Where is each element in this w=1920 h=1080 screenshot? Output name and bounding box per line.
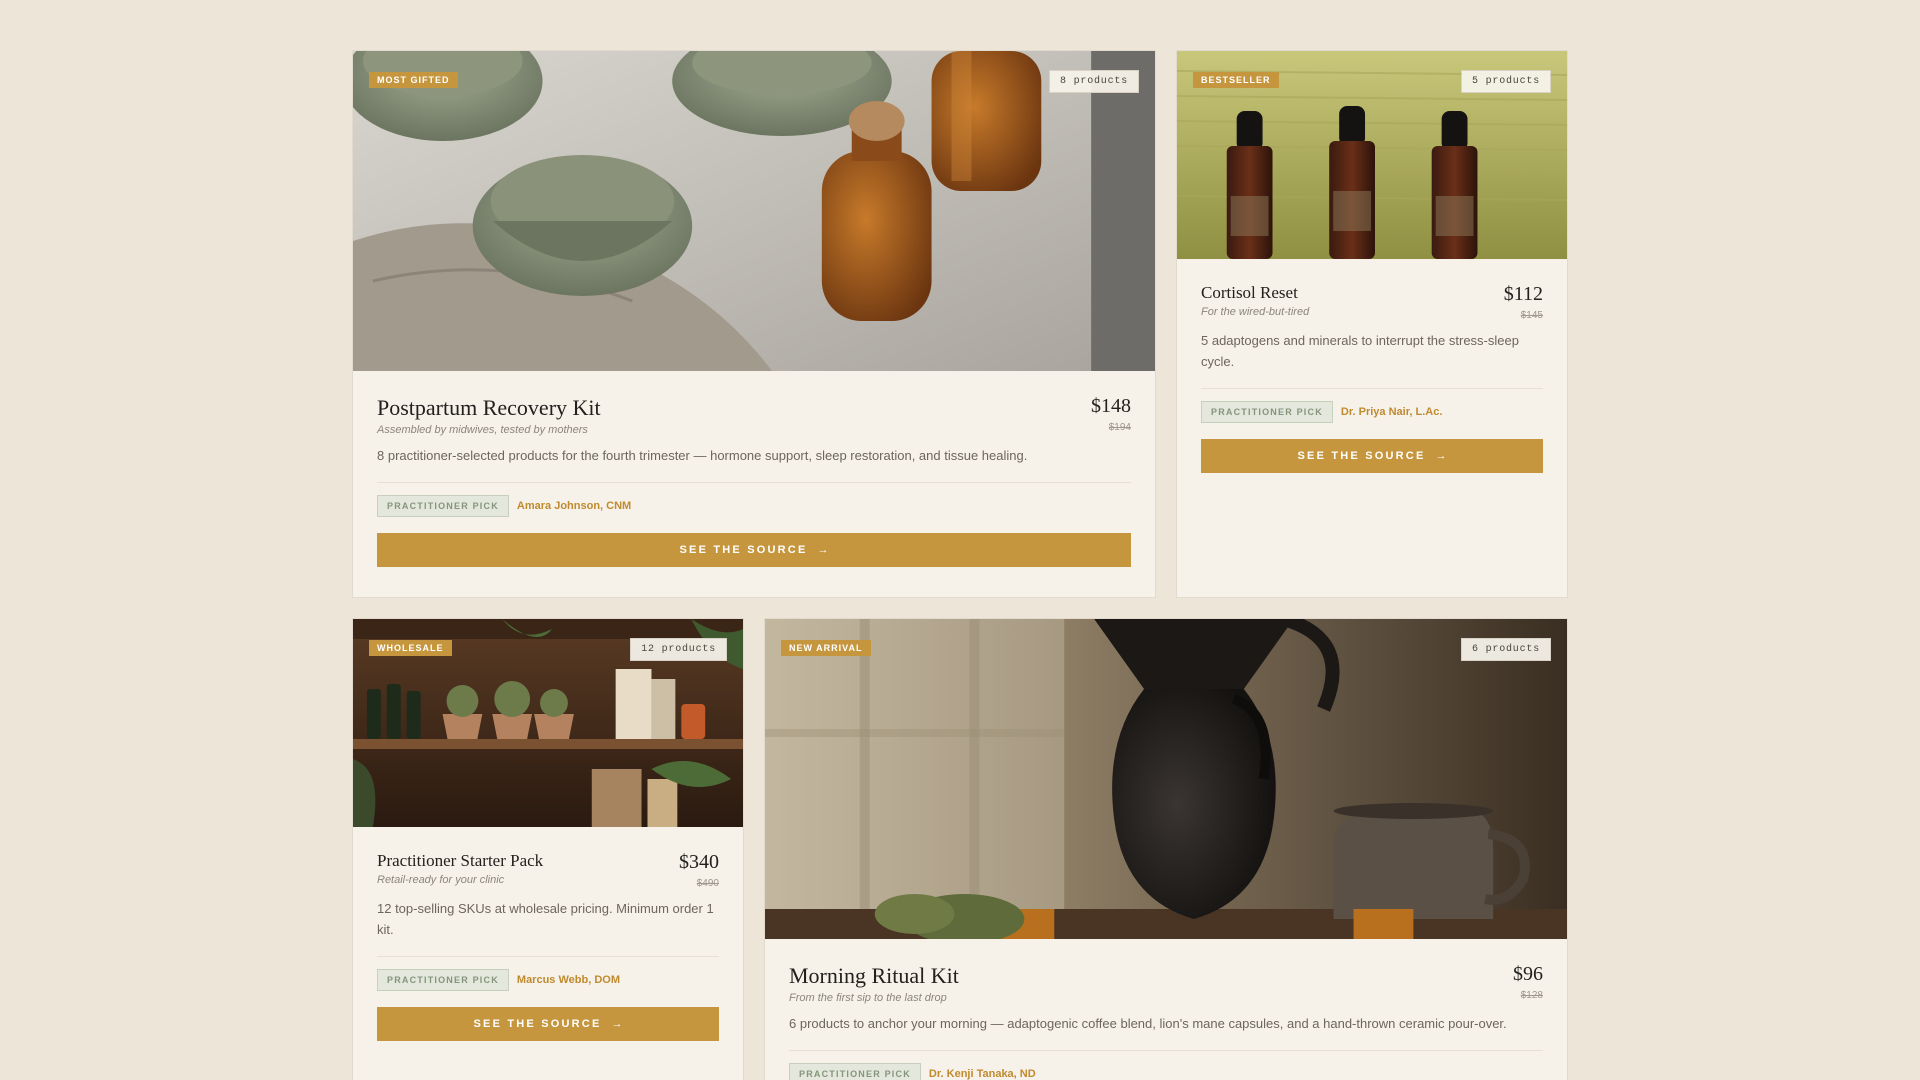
product-image[interactable]: NEW ARRIVAL 6 products [765, 619, 1567, 939]
product-image[interactable]: BESTSELLER 5 products [1177, 51, 1567, 259]
see-the-source-button[interactable]: SEE THE SOURCE → [1201, 439, 1543, 473]
cta-label: SEE THE SOURCE [473, 1018, 602, 1030]
original-price: $490 [696, 878, 719, 889]
divider [789, 1050, 1543, 1051]
practitioner-name[interactable]: Dr. Priya Nair, L.Ac. [1341, 406, 1443, 418]
product-count: 6 products [1460, 638, 1551, 661]
product-description: 6 products to anchor your morning — adap… [789, 1016, 1507, 1031]
product-title[interactable]: Morning Ritual Kit [789, 963, 959, 989]
product-card-morning-ritual[interactable]: NEW ARRIVAL 6 products Morning Ritual Ki… [764, 618, 1568, 1080]
cta-label: SEE THE SOURCE [1297, 450, 1426, 462]
badge: BESTSELLER [1193, 72, 1279, 88]
product-subtitle: From the first sip to the last drop [789, 992, 947, 1004]
price: $148 [1091, 395, 1131, 417]
price: $112 [1503, 283, 1543, 305]
original-price: $194 [1108, 422, 1131, 433]
product-count: 5 products [1460, 70, 1551, 93]
product-count: 8 products [1048, 70, 1139, 93]
product-description: 5 adaptogens and minerals to interrupt t… [1201, 333, 1519, 369]
product-card-postpartum[interactable]: MOST GIFTED 8 products Postpartum Recove… [352, 50, 1156, 598]
product-subtitle: Retail-ready for your clinic [377, 874, 505, 886]
practitioner-pick-tag: PRACTITIONER PICK [377, 495, 509, 517]
product-title[interactable]: Practitioner Starter Pack [377, 851, 543, 871]
arrow-right-icon: → [611, 1018, 623, 1030]
product-card-cortisol[interactable]: BESTSELLER 5 products Cortisol Reset For… [1176, 50, 1568, 598]
product-description: 12 top-selling SKUs at wholesale pricing… [377, 901, 714, 937]
arrow-right-icon: → [1435, 450, 1447, 462]
practitioner-name[interactable]: Dr. Kenji Tanaka, ND [929, 1068, 1036, 1080]
practitioner-name[interactable]: Amara Johnson, CNM [517, 500, 631, 512]
badge: NEW ARRIVAL [781, 640, 871, 656]
product-card-starter-pack[interactable]: WHOLESALE 12 products Practitioner Start… [352, 618, 744, 1080]
see-the-source-button[interactable]: SEE THE SOURCE → [377, 533, 1131, 567]
price: $96 [1513, 963, 1543, 985]
arrow-right-icon: → [817, 544, 829, 556]
badge: MOST GIFTED [369, 72, 458, 88]
cta-label: SEE THE SOURCE [679, 544, 808, 556]
divider [1201, 388, 1543, 389]
product-description: 8 practitioner-selected products for the… [377, 448, 1028, 463]
original-price: $128 [1520, 990, 1543, 1001]
pour-over-coffee-image [765, 619, 1567, 939]
practitioner-name[interactable]: Marcus Webb, DOM [517, 974, 620, 986]
product-count: 12 products [630, 638, 727, 661]
ceramic-bowls-image [353, 51, 1155, 371]
product-title[interactable]: Postpartum Recovery Kit [377, 395, 601, 421]
product-image[interactable]: MOST GIFTED 8 products [353, 51, 1155, 371]
divider [377, 956, 719, 957]
price: $340 [679, 851, 719, 873]
original-price: $145 [1520, 310, 1543, 321]
divider [377, 482, 1131, 483]
see-the-source-button[interactable]: SEE THE SOURCE → [377, 1007, 719, 1041]
badge: WHOLESALE [369, 640, 452, 656]
practitioner-pick-tag: PRACTITIONER PICK [1201, 401, 1333, 423]
practitioner-pick-tag: PRACTITIONER PICK [377, 969, 509, 991]
product-image[interactable]: WHOLESALE 12 products [353, 619, 743, 827]
product-title[interactable]: Cortisol Reset [1201, 283, 1309, 303]
product-subtitle: Assembled by midwives, tested by mothers [377, 424, 588, 436]
product-subtitle: For the wired-but-tired [1201, 306, 1310, 318]
practitioner-pick-tag: PRACTITIONER PICK [789, 1063, 921, 1080]
